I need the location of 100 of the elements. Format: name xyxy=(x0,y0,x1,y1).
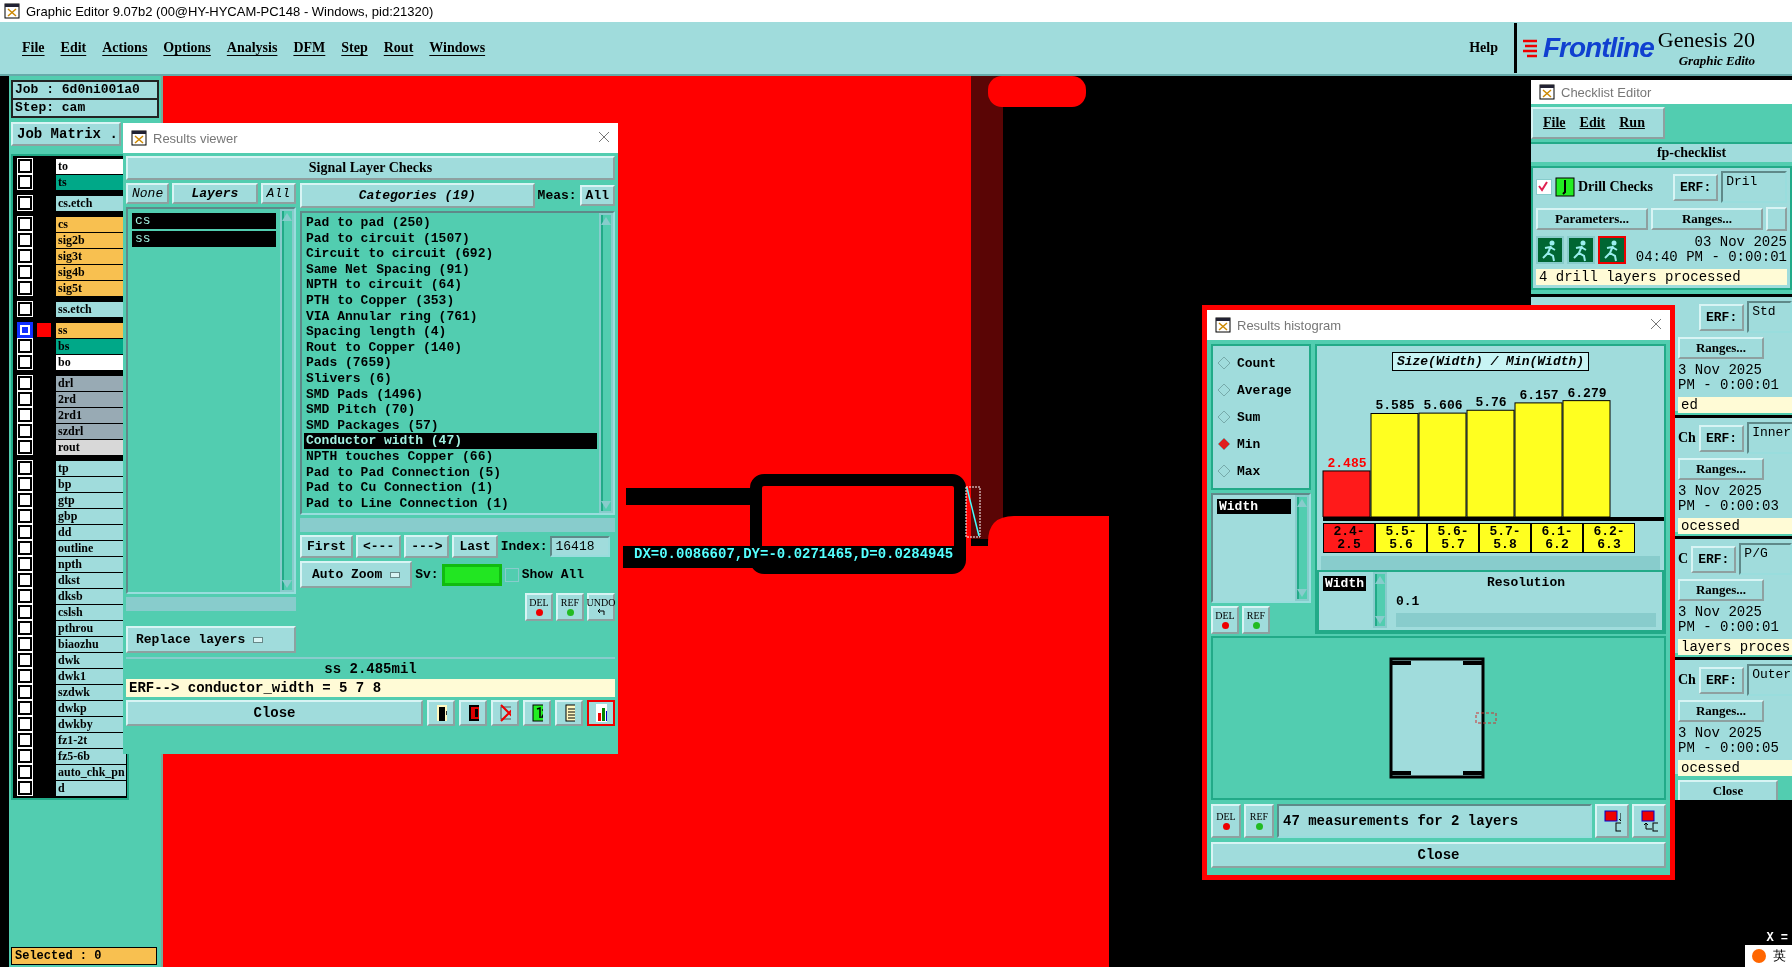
layer-checkbox[interactable] xyxy=(18,701,32,715)
layer-checkbox[interactable] xyxy=(18,376,32,390)
layer-name[interactable]: d xyxy=(56,780,126,796)
layer-name[interactable]: gbp xyxy=(56,508,126,524)
close-button[interactable]: Close xyxy=(126,700,423,726)
layer-name[interactable]: dkst xyxy=(56,572,126,588)
menu-item[interactable]: File xyxy=(14,36,53,60)
menu-item[interactable]: Run xyxy=(1619,115,1645,131)
layer-name[interactable]: 2rd xyxy=(56,391,126,407)
layer-checkbox[interactable] xyxy=(18,685,32,699)
menu-item[interactable]: Rout xyxy=(375,36,422,60)
layer-name[interactable]: ts xyxy=(56,174,126,190)
menu-item[interactable]: Edit xyxy=(1579,115,1606,131)
meas-dropdown[interactable]: All xyxy=(579,185,615,206)
layer-checkbox[interactable] xyxy=(18,196,32,210)
menu-item[interactable]: File xyxy=(1543,115,1566,131)
layer-name[interactable]: sig4b xyxy=(56,264,126,280)
category-item[interactable]: Pad to Pad Connection (5) xyxy=(304,464,597,481)
radio-button[interactable] xyxy=(1217,410,1231,424)
layer-checkbox[interactable] xyxy=(18,424,32,438)
category-item[interactable]: PTH to Copper (353) xyxy=(304,292,597,309)
erf-button[interactable]: ERF: xyxy=(1691,545,1737,573)
layer-name[interactable]: outline xyxy=(56,540,126,556)
layer-checkbox[interactable] xyxy=(18,265,32,279)
show-all-checkbox[interactable] xyxy=(504,567,519,582)
erf-button[interactable]: ERF: xyxy=(1698,424,1745,452)
layer-checkbox[interactable] xyxy=(18,557,32,571)
layer-name[interactable]: npth xyxy=(56,556,126,572)
erf-button[interactable]: ERF: xyxy=(1699,303,1745,331)
layer-checkbox[interactable] xyxy=(18,233,32,247)
tool-button[interactable]: UNDO xyxy=(587,593,615,621)
close-button[interactable]: Close xyxy=(1678,780,1778,800)
layer-name[interactable]: cslsh xyxy=(56,604,126,620)
layer-checkbox[interactable] xyxy=(18,541,32,555)
layer-checkbox[interactable] xyxy=(18,765,32,779)
layer-name[interactable]: ss xyxy=(56,322,126,338)
layer-name[interactable]: szdwk xyxy=(56,684,126,700)
layer-checkbox[interactable] xyxy=(18,217,32,231)
layer-checkbox[interactable] xyxy=(18,355,32,369)
tool-button[interactable]: DEL xyxy=(1211,606,1239,634)
erf-button[interactable]: ERF: xyxy=(1698,666,1745,694)
field-list-item[interactable]: Width xyxy=(1217,499,1291,514)
category-item[interactable]: NPTH touches Copper (66) xyxy=(304,448,597,465)
help-menu[interactable]: Help xyxy=(1469,40,1498,56)
category-item[interactable]: SMD Pads (1496) xyxy=(304,386,597,403)
menu-item[interactable]: Analysis xyxy=(218,36,286,60)
layer-filter-button[interactable]: Layers xyxy=(172,183,258,204)
layer-checkbox[interactable] xyxy=(18,733,32,747)
check-button[interactable]: Ranges... xyxy=(1678,337,1764,359)
layer-checkbox[interactable] xyxy=(18,159,32,173)
menu-item[interactable]: DFM xyxy=(285,36,334,60)
erf-field[interactable]: Outer xyxy=(1747,664,1792,696)
check-button[interactable]: Parameters... xyxy=(1536,208,1648,230)
layer-name[interactable]: sig5t xyxy=(56,280,126,296)
layer-name[interactable]: dwk1 xyxy=(56,668,126,684)
scrollbar[interactable] xyxy=(1321,556,1660,570)
auto-zoom-dropdown[interactable]: Auto Zoom xyxy=(300,561,413,588)
scrollbar[interactable] xyxy=(280,209,294,592)
menu-item[interactable]: Options xyxy=(155,36,219,60)
layer-name[interactable]: cs.etch xyxy=(56,195,126,211)
input-method-icon[interactable] xyxy=(1751,948,1767,964)
category-item[interactable]: VIA Annular ring (761) xyxy=(304,308,597,325)
layer-name[interactable]: tp xyxy=(56,460,126,476)
layer-name[interactable]: dksb xyxy=(56,588,126,604)
tool-button[interactable]: REF xyxy=(556,593,584,621)
menu-item[interactable]: Edit xyxy=(52,36,95,60)
check-checkbox[interactable] xyxy=(1536,179,1552,195)
layer-checkbox[interactable] xyxy=(18,281,32,295)
resolution-slider[interactable] xyxy=(1396,613,1656,627)
layer-name[interactable]: fz1-2t xyxy=(56,732,126,748)
radio-button[interactable] xyxy=(1217,464,1231,478)
layer-name[interactable]: dwk xyxy=(56,652,126,668)
layer-checkbox[interactable] xyxy=(18,669,32,683)
layer-name[interactable]: sig2b xyxy=(56,232,126,248)
category-item[interactable]: Circuit to circuit (692) xyxy=(304,246,597,262)
layer-name[interactable]: sig3t xyxy=(56,248,126,264)
layer-name[interactable]: ss.etch xyxy=(56,301,126,317)
nav-button[interactable]: <--- xyxy=(356,535,402,558)
erf-field[interactable]: Dril xyxy=(1721,171,1787,203)
layer-checkbox[interactable] xyxy=(18,392,32,406)
layer-list-item[interactable]: ss xyxy=(132,231,276,247)
layer-name[interactable]: bs xyxy=(56,338,126,354)
layer-checkbox[interactable] xyxy=(18,461,32,475)
layer-checkbox[interactable] xyxy=(18,323,32,337)
categories-button[interactable]: Categories (19) xyxy=(300,183,535,208)
check-button[interactable]: Ranges... xyxy=(1651,208,1763,230)
close-button[interactable]: Close xyxy=(1211,842,1666,868)
layer-name[interactable]: cs xyxy=(56,216,126,232)
check-button[interactable] xyxy=(1766,207,1787,231)
erf-button[interactable]: ERF: xyxy=(1673,173,1719,201)
layer-checkbox[interactable] xyxy=(18,408,32,422)
category-item[interactable]: NPTH to circuit (64) xyxy=(304,277,597,293)
erf-field[interactable]: Inner xyxy=(1747,422,1792,454)
layer-checkbox[interactable] xyxy=(18,493,32,507)
layer-name[interactable]: gtp xyxy=(56,492,126,508)
category-item[interactable]: Slivers (6) xyxy=(304,370,597,387)
layer-filter-button[interactable]: None xyxy=(126,183,170,204)
layer-checkbox[interactable] xyxy=(18,440,32,454)
category-item[interactable]: SMD Packages (57) xyxy=(304,417,597,434)
menu-item[interactable]: Actions xyxy=(94,36,156,60)
